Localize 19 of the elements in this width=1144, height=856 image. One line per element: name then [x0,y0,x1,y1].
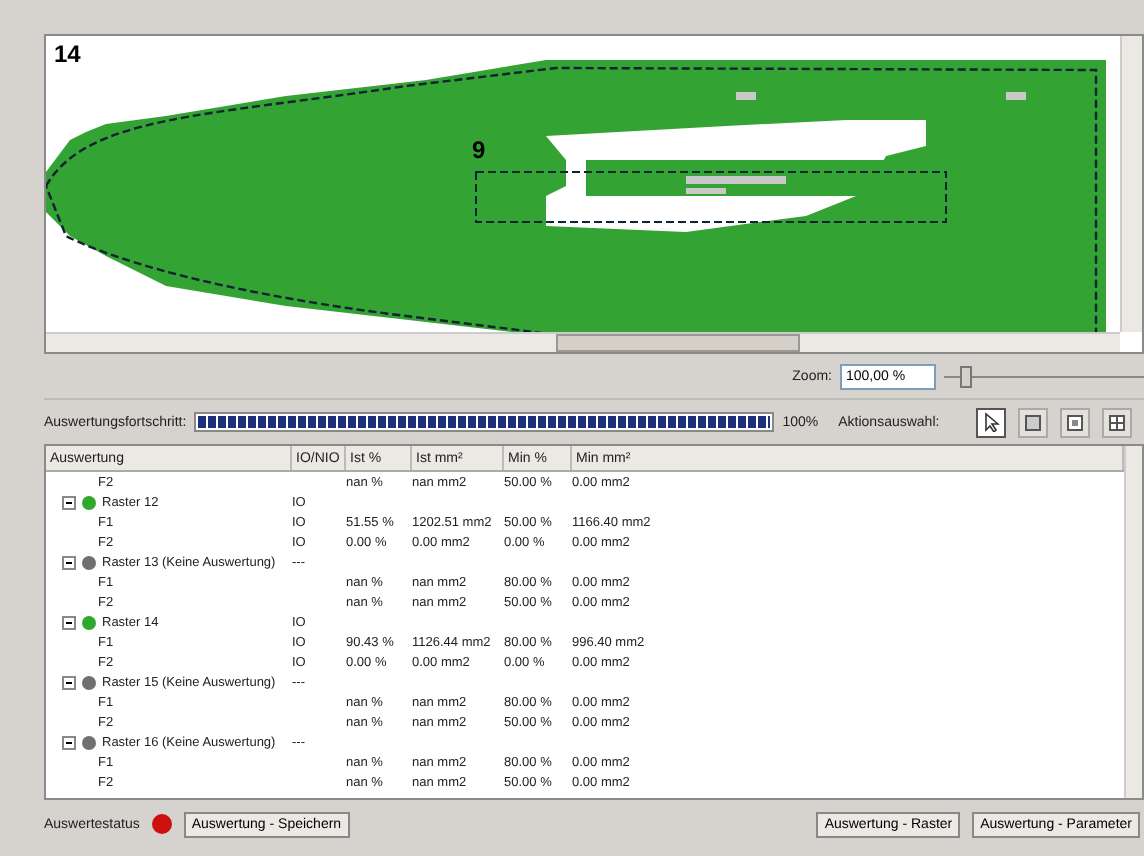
pointer-icon [983,412,999,432]
vertical-scrollbar[interactable] [1124,446,1142,798]
square-icon [1024,413,1042,431]
slider-thumb[interactable] [960,365,972,387]
horizontal-scrollbar[interactable] [46,332,1120,352]
collapse-icon[interactable] [62,555,76,569]
region-number: 14 [54,40,81,68]
region-number: 9 [472,136,486,164]
tool-button[interactable] [1102,407,1132,437]
collapse-icon[interactable] [62,495,76,509]
collapse-icon[interactable] [62,615,76,629]
frame-icon [1066,413,1084,431]
tool-button[interactable] [1060,407,1090,437]
collapse-icon[interactable] [62,735,76,749]
tool-button[interactable] [1018,407,1048,437]
collapse-icon[interactable] [62,675,76,689]
tool-button[interactable] [976,407,1006,437]
split-icon [1108,413,1126,431]
vertical-scrollbar[interactable] [1120,36,1142,332]
